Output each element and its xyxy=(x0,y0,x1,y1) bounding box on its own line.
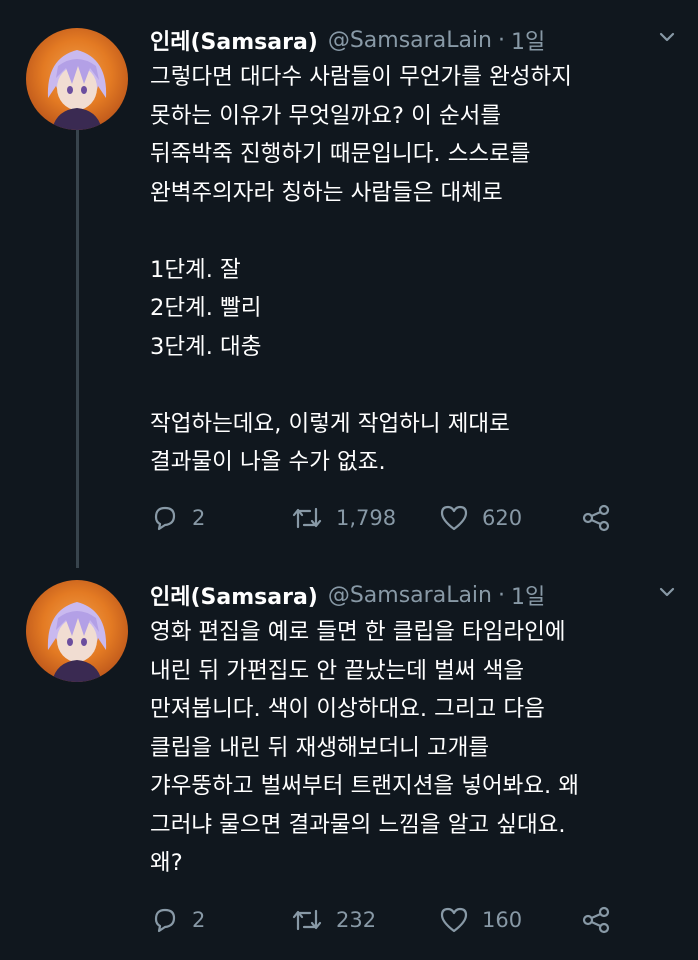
timestamp[interactable]: 1일 xyxy=(511,24,545,56)
chevron-down-icon[interactable] xyxy=(656,581,678,603)
reply-button[interactable]: 2 xyxy=(150,498,205,538)
heart-icon xyxy=(440,907,468,933)
avatar[interactable] xyxy=(26,580,128,682)
tweet-text-line: 영화 편집을 예로 들면 한 클립을 타임라인에 xyxy=(150,619,566,645)
avatar[interactable] xyxy=(26,28,128,130)
tweet-text-line xyxy=(150,366,690,405)
tweet-2[interactable]: 인레(Samsara) @SamsaraLain · 1일 영화 편집을 예로 … xyxy=(0,575,698,960)
tweet-text-line: 내린 뒤 가편집도 안 끝났는데 벌써 색을 xyxy=(150,657,525,684)
reply-count: 2 xyxy=(192,908,206,932)
retweet-count: 232 xyxy=(336,908,377,932)
reply-button[interactable]: 2 xyxy=(150,900,205,940)
share-button[interactable] xyxy=(580,900,624,940)
retweet-icon xyxy=(292,909,322,931)
tweet-header: 인레(Samsara) @SamsaraLain · 1일 xyxy=(150,575,678,615)
tweet-text-line: 완벽주의자라 칭하는 사람들은 대체로 xyxy=(150,179,503,206)
avatar-image xyxy=(47,602,107,682)
heart-icon xyxy=(440,505,468,531)
reply-count: 2 xyxy=(192,506,206,530)
tweet-text-line: 만져봅니다. 색이 이상하대요. 그리고 다음 xyxy=(150,696,545,722)
separator-dot: · xyxy=(497,27,505,53)
tweet-text: 영화 편집을 예로 들면 한 클립을 타임라인에 내린 뒤 가편집도 안 끝났는… xyxy=(150,613,690,883)
tweet-1[interactable]: 인레(Samsara) @SamsaraLain · 1일 그렇다면 대다수 사… xyxy=(0,20,698,540)
separator-dot: · xyxy=(497,582,505,608)
display-name[interactable]: 인레(Samsara) xyxy=(150,579,318,611)
like-count: 160 xyxy=(482,908,523,932)
tweet-text-line: 3단계. 대충 xyxy=(150,333,262,360)
share-button[interactable] xyxy=(580,498,624,538)
retweet-icon xyxy=(292,507,322,529)
like-button[interactable]: 620 xyxy=(438,498,522,538)
tweet-actions: 2 232 160 xyxy=(150,900,630,940)
share-icon xyxy=(582,504,610,532)
display-name[interactable]: 인레(Samsara) xyxy=(150,24,318,56)
user-handle[interactable]: @SamsaraLain xyxy=(328,28,492,53)
tweet-text-line: 클립을 내린 뒤 재생해보더니 고개를 xyxy=(150,734,490,761)
tweet-text-line xyxy=(150,212,690,251)
tweet-text-line: 그렇다면 대다수 사람들이 무언가를 완성하지 xyxy=(150,64,572,90)
tweet-header: 인레(Samsara) @SamsaraLain · 1일 xyxy=(150,20,678,60)
chevron-down-icon[interactable] xyxy=(656,26,678,48)
avatar-image xyxy=(47,50,107,130)
like-button[interactable]: 160 xyxy=(438,900,522,940)
reply-icon xyxy=(154,908,176,933)
retweet-count: 1,798 xyxy=(336,506,397,530)
tweet-text-line: 그러냐 물으면 결과물의 느낌을 알고 싶대요. xyxy=(150,811,566,838)
tweet-text-line: 왜? xyxy=(150,850,183,876)
tweet-text-line: 작업하는데요, 이렇게 작업하니 제대로 xyxy=(150,410,510,437)
retweet-button[interactable]: 1,798 xyxy=(290,498,396,538)
like-count: 620 xyxy=(482,506,523,530)
share-icon xyxy=(582,906,610,934)
retweet-button[interactable]: 232 xyxy=(290,900,376,940)
reply-icon xyxy=(154,506,176,531)
tweet-text-line: 못하는 이유가 무엇일까요? 이 순서를 xyxy=(150,102,502,129)
tweet-actions: 2 1,798 620 xyxy=(150,498,630,538)
tweet-text-line: 2단계. 빨리 xyxy=(150,295,262,321)
tweet-text-line: 1단계. 잘 xyxy=(150,256,241,283)
user-handle[interactable]: @SamsaraLain xyxy=(328,583,492,608)
tweet-text-line: 뒤죽박죽 진행하기 때문입니다. 스스로를 xyxy=(150,141,531,167)
tweet-text-line: 결과물이 나올 수가 없죠. xyxy=(150,449,386,475)
tweet-text: 그렇다면 대다수 사람들이 무언가를 완성하지 못하는 이유가 무엇일까요? 이… xyxy=(150,58,690,482)
timestamp[interactable]: 1일 xyxy=(511,579,545,611)
tweet-text-line: 갸우뚱하고 벌써부터 트랜지션을 넣어봐요. 왜 xyxy=(150,773,580,799)
